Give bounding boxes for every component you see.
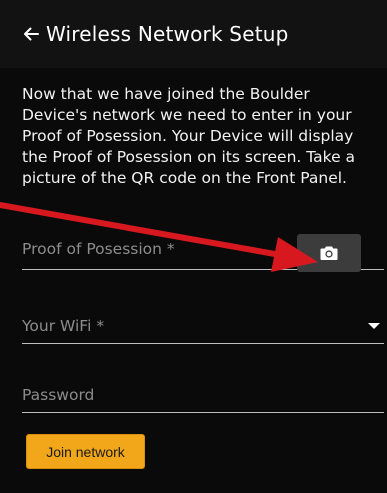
wifi-select[interactable]: Your WiFi * — [22, 309, 384, 344]
app-bar: Wireless Network Setup — [0, 0, 387, 68]
password-field[interactable]: Password — [22, 379, 384, 413]
camera-icon — [320, 246, 338, 260]
wifi-placeholder: Your WiFi * — [22, 317, 105, 335]
join-network-button[interactable]: Join network — [26, 434, 145, 469]
scan-qr-button[interactable] — [297, 234, 361, 272]
proof-of-possession-placeholder: Proof of Posession * — [22, 240, 175, 258]
arrow-left-icon[interactable] — [22, 25, 40, 43]
page-title: Wireless Network Setup — [46, 22, 289, 46]
dropdown-caret-icon — [368, 323, 380, 329]
setup-form-panel: Now that we have joined the Boulder Devi… — [0, 68, 387, 493]
instructions-text: Now that we have joined the Boulder Devi… — [22, 85, 356, 187]
password-placeholder: Password — [22, 386, 95, 404]
